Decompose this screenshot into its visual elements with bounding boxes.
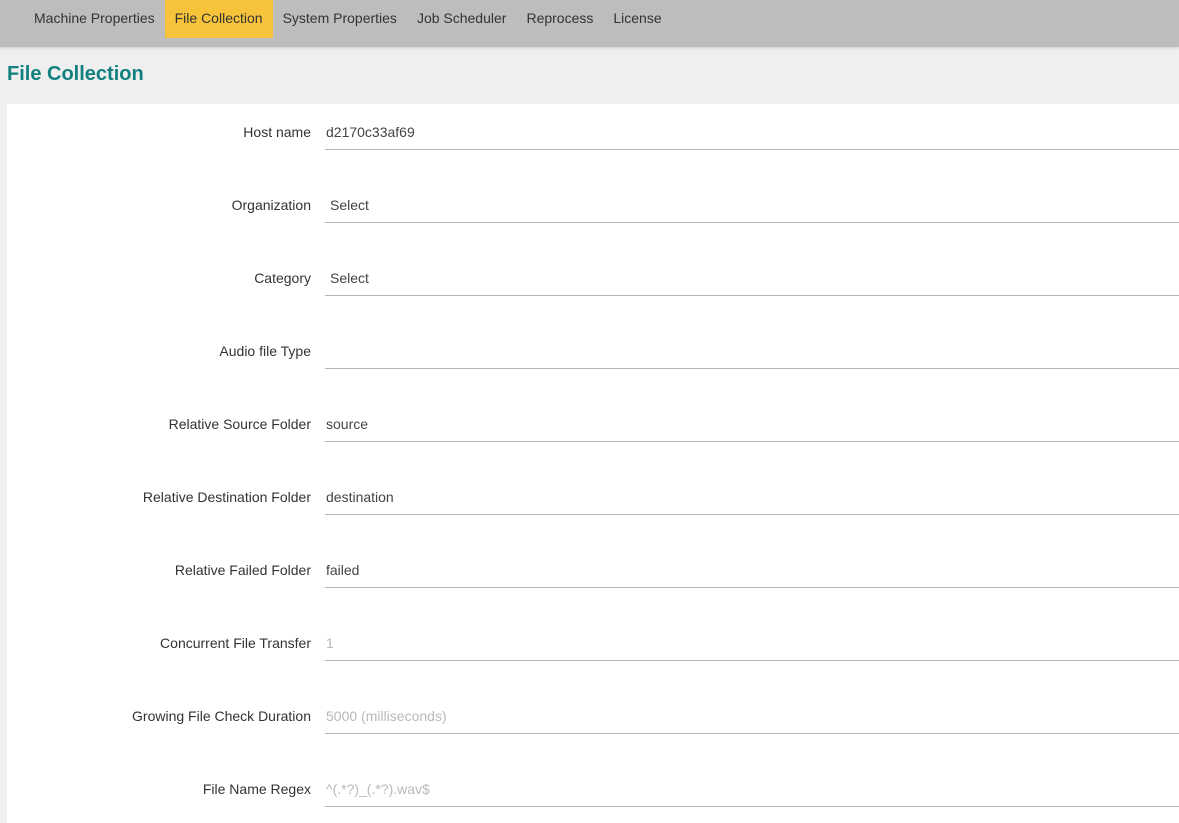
relative-source-folder-field-wrapper: [325, 408, 1179, 442]
relative-failed-folder-field-wrapper: [325, 554, 1179, 588]
relative-destination-folder-field-wrapper: [325, 481, 1179, 515]
relative-failed-folder-label: Relative Failed Folder: [174, 562, 311, 578]
concurrent-file-transfer-field-wrapper: [325, 627, 1179, 661]
category-label: Category: [254, 270, 311, 286]
organization-select[interactable]: Select: [325, 189, 1179, 223]
tab-license[interactable]: License: [603, 0, 671, 38]
tab-reprocess[interactable]: Reprocess: [516, 0, 603, 38]
tab-file-collection[interactable]: File Collection: [164, 0, 273, 38]
file-name-regex-field-wrapper: [325, 773, 1179, 807]
concurrent-file-transfer-label: Concurrent File Transfer: [160, 635, 311, 651]
form-row-relative-source-folder: Relative Source Folder: [7, 402, 1179, 442]
category-select[interactable]: Select: [325, 262, 1179, 296]
form-row-organization: Organization Select: [7, 183, 1179, 223]
audio-file-type-input[interactable]: [325, 335, 1179, 367]
form-row-concurrent-file-transfer: Concurrent File Transfer: [7, 621, 1179, 661]
form-row-relative-destination-folder: Relative Destination Folder: [7, 475, 1179, 515]
page-title: File Collection: [7, 63, 144, 85]
organization-label: Organization: [231, 197, 311, 213]
host-name-field-wrapper: [325, 116, 1179, 150]
host-name-input[interactable]: [325, 116, 1179, 148]
relative-destination-folder-input[interactable]: [325, 481, 1179, 513]
audio-file-type-field-wrapper: [325, 335, 1179, 369]
file-name-regex-label: File Name Regex: [202, 781, 311, 797]
concurrent-file-transfer-input[interactable]: [325, 627, 1179, 659]
tab-job-scheduler[interactable]: Job Scheduler: [407, 0, 517, 38]
tab-system-properties[interactable]: System Properties: [273, 0, 407, 38]
nav-tabs: Machine Properties File Collection Syste…: [24, 0, 672, 38]
relative-destination-folder-label: Relative Destination Folder: [142, 489, 311, 505]
form-row-file-name-regex: File Name Regex: [7, 767, 1179, 807]
relative-source-folder-label: Relative Source Folder: [168, 416, 311, 432]
growing-file-check-duration-label: Growing File Check Duration: [132, 708, 311, 724]
form-row-relative-failed-folder: Relative Failed Folder: [7, 548, 1179, 588]
relative-source-folder-input[interactable]: [325, 408, 1179, 440]
top-nav-bar: Machine Properties File Collection Syste…: [0, 0, 1179, 47]
file-name-regex-input[interactable]: [325, 773, 1179, 805]
growing-file-check-duration-input[interactable]: [325, 700, 1179, 732]
host-name-label: Host name: [243, 124, 311, 140]
tab-machine-properties[interactable]: Machine Properties: [24, 0, 165, 38]
relative-failed-folder-input[interactable]: [325, 554, 1179, 586]
form-row-audio-file-type: Audio file Type: [7, 329, 1179, 369]
form-row-host-name: Host name: [7, 110, 1179, 150]
organization-select-value: Select: [330, 197, 369, 213]
form-row-growing-file-check-duration: Growing File Check Duration: [7, 694, 1179, 734]
form-row-category: Category Select: [7, 256, 1179, 296]
audio-file-type-label: Audio file Type: [219, 343, 311, 359]
file-collection-form: Host name Organization Select Category S…: [7, 104, 1179, 823]
category-select-value: Select: [330, 270, 369, 286]
growing-file-check-duration-field-wrapper: [325, 700, 1179, 734]
